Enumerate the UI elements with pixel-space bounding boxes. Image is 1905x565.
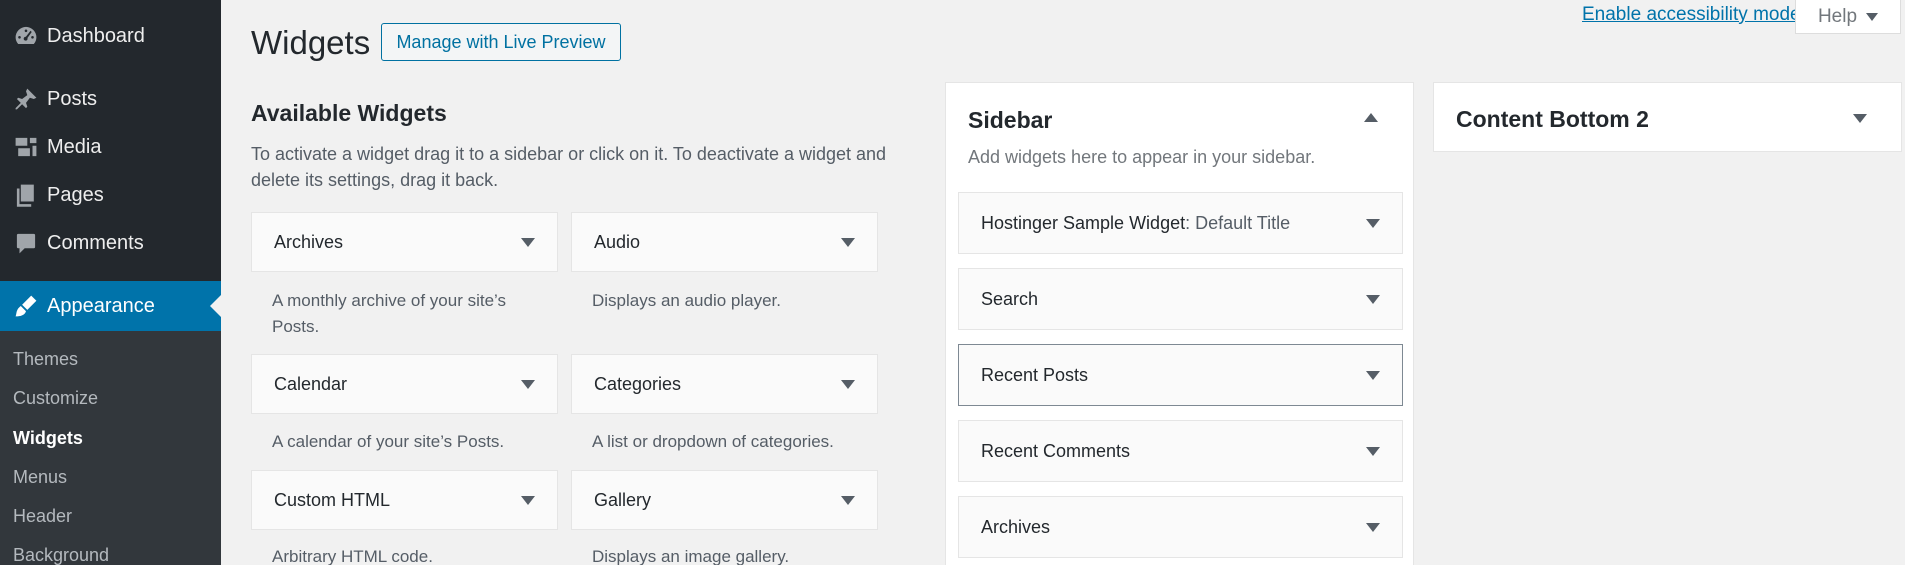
comments-icon — [6, 219, 46, 267]
content-bottom-2-title: Content Bottom 2 — [1456, 106, 1649, 132]
menu-label: Comments — [47, 231, 144, 254]
chevron-down-icon[interactable] — [841, 238, 855, 247]
content-bottom-2-area[interactable]: Content Bottom 2 — [1433, 82, 1902, 152]
chevron-down-icon[interactable] — [1366, 219, 1380, 228]
widget-title: Archives — [981, 516, 1051, 537]
widget-audio[interactable]: Audio — [571, 212, 878, 272]
widget-description: Displays an audio player. — [592, 291, 782, 310]
widget-description: Displays an image gallery. — [592, 547, 790, 565]
chevron-down-icon[interactable] — [1366, 371, 1380, 380]
sidebar-widget-area: Sidebar Add widgets here to appear in yo… — [945, 82, 1414, 565]
widget-title: Recent Comments — [981, 440, 1131, 461]
menu-label: Dashboard — [47, 24, 145, 47]
brush-icon — [6, 282, 46, 330]
chevron-up-icon[interactable] — [1364, 113, 1378, 122]
menu-label: Pages — [47, 183, 104, 206]
accessibility-mode-link[interactable]: Enable accessibility mode — [1582, 4, 1801, 26]
dashboard-icon — [6, 12, 46, 60]
chevron-down-icon[interactable] — [521, 380, 535, 389]
widget-title: Custom HTML — [274, 489, 391, 510]
menu-item-appearance[interactable]: Appearance — [0, 281, 221, 331]
widget-title: Calendar — [274, 373, 348, 394]
sidebar-widget-recent-posts[interactable]: Recent Posts — [958, 344, 1403, 406]
menu-label: Media — [47, 135, 102, 158]
submenu-item-menus[interactable]: Menus — [13, 467, 67, 488]
help-button[interactable]: Help — [1795, 0, 1901, 34]
menu-label: Appearance — [47, 294, 155, 317]
menu-item-dashboard[interactable]: Dashboard — [0, 12, 221, 60]
chevron-down-icon[interactable] — [1853, 114, 1867, 123]
pages-icon — [6, 171, 46, 219]
page-title: Widgets — [251, 24, 371, 61]
chevron-down-icon[interactable] — [1366, 447, 1380, 456]
widget-title: Search — [981, 288, 1039, 309]
sidebar-widget-recent-comments[interactable]: Recent Comments — [958, 420, 1403, 482]
submenu-item-customize[interactable]: Customize — [13, 388, 98, 409]
submenu-item-themes[interactable]: Themes — [13, 349, 78, 370]
widget-title: Hostinger Sample Widget — [981, 212, 1186, 233]
menu-item-media[interactable]: Media — [0, 123, 221, 171]
sidebar-area-title[interactable]: Sidebar — [968, 107, 1052, 134]
chevron-down-icon[interactable] — [841, 380, 855, 389]
current-menu-arrow — [210, 295, 221, 317]
widget-title: Recent Posts — [981, 364, 1089, 385]
sidebar-area-description: Add widgets here to appear in your sideb… — [968, 147, 1316, 167]
available-widgets-description: To activate a widget drag it to a sideba… — [251, 144, 887, 190]
help-label: Help — [1817, 5, 1858, 27]
submenu-item-background[interactable]: Background — [13, 545, 109, 565]
widget-description: A calendar of your site’s Posts. — [272, 432, 505, 451]
sidebar-widget-search[interactable]: Search — [958, 268, 1403, 330]
widget-description: Arbitrary HTML code. — [272, 547, 433, 565]
chevron-down-icon[interactable] — [521, 238, 535, 247]
submenu-item-widgets[interactable]: Widgets — [13, 428, 83, 449]
widget-gallery[interactable]: Gallery — [571, 470, 878, 530]
chevron-down-icon[interactable] — [1366, 523, 1380, 532]
available-widgets-heading: Available Widgets — [251, 100, 447, 126]
menu-label: Posts — [47, 87, 98, 110]
sidebar-widget-hostinger-sample[interactable]: Hostinger Sample Widget: Default Title — [958, 192, 1403, 254]
chevron-down-icon[interactable] — [841, 496, 855, 505]
chevron-down-icon[interactable] — [521, 496, 535, 505]
menu-item-pages[interactable]: Pages — [0, 171, 221, 219]
widget-archives[interactable]: Archives — [251, 212, 558, 272]
widget-subtitle: : Default Title — [1185, 212, 1291, 233]
submenu-item-header[interactable]: Header — [13, 506, 72, 527]
pin-icon — [6, 75, 46, 123]
sidebar-widget-archives[interactable]: Archives — [958, 496, 1403, 558]
menu-item-comments[interactable]: Comments — [0, 219, 221, 267]
menu-item-posts[interactable]: Posts — [0, 75, 221, 123]
widget-custom-html[interactable]: Custom HTML — [251, 470, 558, 530]
widget-title: Archives — [274, 231, 344, 252]
widget-title: Audio — [594, 231, 641, 252]
chevron-down-icon — [1866, 12, 1879, 21]
chevron-down-icon[interactable] — [1366, 295, 1380, 304]
manage-live-preview-button[interactable]: Manage with Live Preview — [381, 23, 621, 61]
widget-categories[interactable]: Categories — [571, 354, 878, 414]
media-icon — [6, 123, 46, 171]
widget-description: A list or dropdown of categories. — [592, 432, 834, 451]
widget-title: Categories — [594, 373, 682, 394]
widget-title: Gallery — [594, 489, 652, 510]
widget-description: A monthly archive of your site’s Posts. — [272, 291, 507, 336]
appearance-submenu: Themes Customize Widgets Menus Header Ba… — [0, 331, 221, 565]
widget-calendar[interactable]: Calendar — [251, 354, 558, 414]
admin-menu: Dashboard Posts Media Pages Comments App… — [0, 0, 221, 565]
